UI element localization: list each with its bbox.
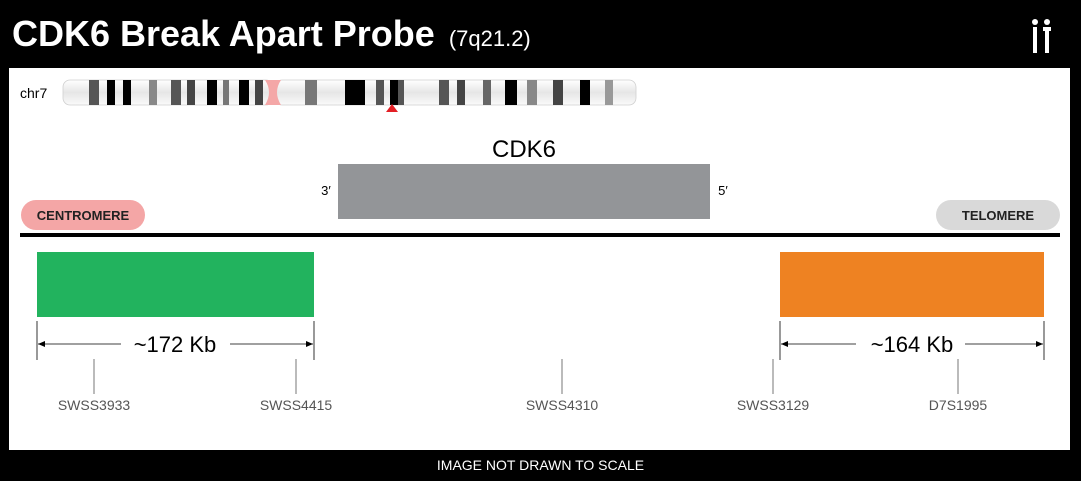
chromosome-band (605, 80, 613, 105)
chromosome-band (89, 80, 99, 105)
chromosome-band (171, 80, 181, 105)
figure-frame: CDK6 Break Apart Probe (7q21.2) chr7 CDK… (0, 0, 1081, 481)
green-probe-size: ~172 Kb (134, 332, 217, 357)
scale-note: IMAGE NOT DRAWN TO SCALE (436, 457, 645, 473)
chromosome-band (187, 80, 195, 105)
chromosome-ideogram (62, 79, 637, 112)
chromosome-band (255, 80, 263, 105)
title-text: CDK6 Break Apart Probe (12, 13, 435, 54)
chromosome-band (439, 80, 449, 105)
gene-3prime-label: 3′ (321, 183, 331, 198)
chromosome-band (580, 80, 590, 105)
chromosome-band (553, 80, 563, 105)
gene-bar (338, 164, 710, 219)
marker-label: D7S1995 (929, 397, 988, 413)
chromosome-band (505, 80, 517, 105)
brand-logo-icon (1032, 19, 1051, 53)
marker-label: SWSS3933 (58, 397, 131, 413)
telomere-label: TELOMERE (962, 208, 1035, 223)
chromosome-band (107, 80, 115, 105)
centromere-label: CENTROMERE (37, 208, 130, 223)
diagram-panel: chr7 CDK6 3′ 5′ CENTROMERE TELOMERE ~172… (9, 68, 1070, 450)
green-probe-bar (37, 252, 314, 317)
marker-ticks (93, 359, 959, 394)
chromosome-band (483, 80, 491, 105)
chromosome-band (123, 80, 131, 105)
chromosome-band (390, 80, 398, 105)
chromosome-band (305, 80, 317, 105)
marker-label: SWSS4310 (526, 397, 599, 413)
chromosome-band (239, 80, 249, 105)
gene-5prime-label: 5′ (718, 183, 728, 198)
chromosome-band (457, 80, 465, 105)
gene-name: CDK6 (492, 136, 556, 163)
marker-label: SWSS3129 (737, 397, 810, 413)
chromosome-band (376, 80, 384, 105)
orange-probe-size: ~164 Kb (871, 332, 954, 357)
chromosome-band (398, 80, 404, 105)
page-title: CDK6 Break Apart Probe (7q21.2) (12, 12, 531, 61)
marker-label: SWSS4415 (260, 397, 333, 413)
chromosome-label: chr7 (20, 85, 47, 101)
chromosome-band (223, 80, 229, 105)
chromosome-band (207, 80, 217, 105)
chromosome-band (149, 80, 157, 105)
chromosome-band (527, 80, 537, 105)
orange-probe-bar (780, 252, 1044, 317)
locus-subtitle: (7q21.2) (448, 26, 531, 51)
diagram-canvas: chr7 CDK6 3′ 5′ CENTROMERE TELOMERE ~172… (20, 79, 1060, 413)
chromosome-band (345, 80, 365, 105)
genome-axis-line (20, 233, 1060, 237)
